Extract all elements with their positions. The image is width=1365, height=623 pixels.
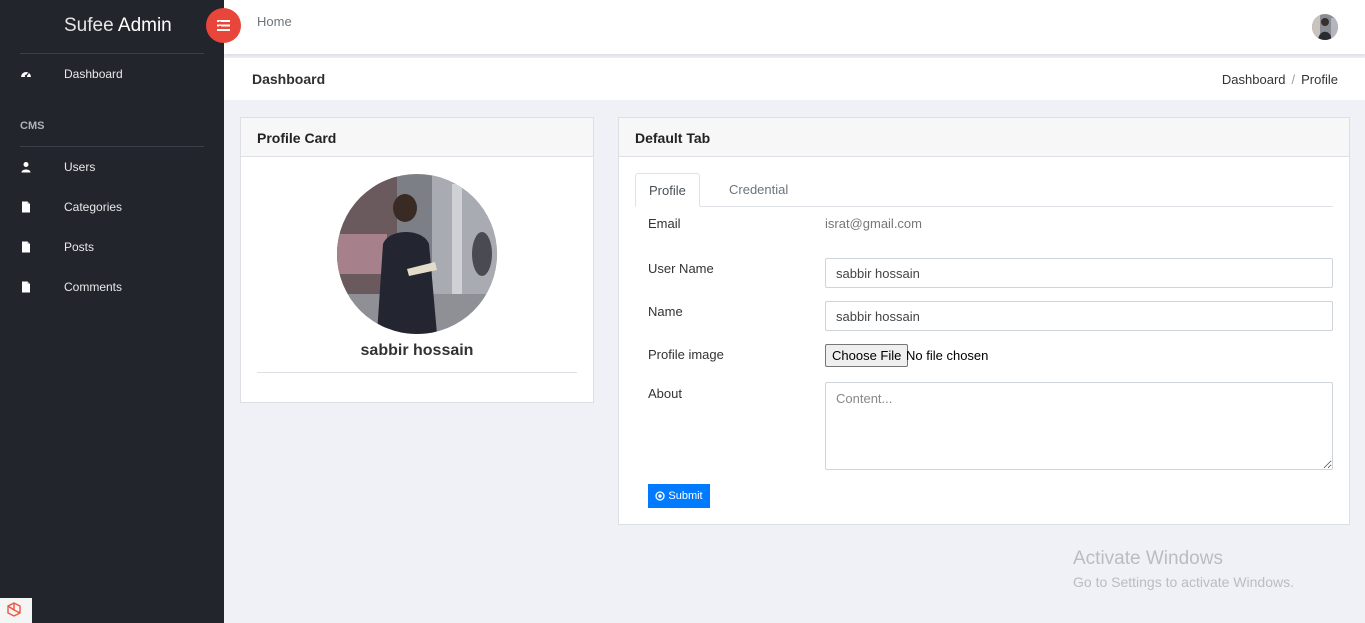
submit-button[interactable]: Submit: [648, 484, 710, 508]
file-icon: [22, 241, 30, 253]
default-tab-card: Default Tab Profile Credential Email isr…: [618, 117, 1350, 525]
about-textarea[interactable]: [825, 382, 1333, 470]
laravel-logo-icon[interactable]: [0, 598, 32, 623]
name-label: Name: [648, 304, 683, 319]
watermark-subtitle: Go to Settings to activate Windows.: [1073, 574, 1294, 590]
sidebar-item-label: Comments: [64, 280, 123, 294]
tab-bar: Profile Credential: [635, 173, 1333, 207]
brand-light: Sufee: [64, 15, 114, 36]
profile-card-title: Profile Card: [241, 118, 593, 157]
sidebar-item-label: Posts: [64, 240, 95, 254]
user-avatar[interactable]: [1312, 14, 1338, 40]
tab-card-title: Default Tab: [619, 118, 1349, 157]
sidebar-section-cms: CMS: [20, 120, 45, 132]
file-icon: [22, 281, 30, 293]
profile-divider: [257, 372, 577, 373]
page-title-bar: Dashboard Dashboard / Profile: [224, 58, 1365, 100]
breadcrumb-dashboard[interactable]: Dashboard: [1222, 72, 1286, 87]
breadcrumb: Dashboard / Profile: [1222, 72, 1338, 87]
sidebar-item-posts[interactable]: Posts: [0, 235, 224, 259]
sidebar-item-categories[interactable]: Categories: [0, 195, 224, 219]
username-input[interactable]: [825, 258, 1333, 288]
menu-toggle-icon: [217, 20, 230, 31]
sidebar-item-label: Dashboard: [64, 67, 123, 81]
activate-windows-watermark: Activate Windows Go to Settings to activ…: [1073, 548, 1294, 590]
user-icon: [21, 162, 31, 173]
sidebar-divider: [20, 146, 204, 147]
profile-image-label: Profile image: [648, 347, 724, 362]
about-label: About: [648, 386, 682, 401]
page-title: Dashboard: [252, 71, 326, 87]
choose-file-button[interactable]: Choose File: [825, 344, 909, 367]
profile-card: Profile Card sabbir hossain: [240, 117, 594, 403]
file-status: No file chosen: [906, 348, 989, 363]
sidebar-item-label: Users: [64, 160, 96, 174]
dashboard-icon: [21, 72, 31, 78]
email-value: israt@gmail.com: [825, 216, 922, 231]
home-link[interactable]: Home: [257, 14, 292, 29]
submit-label: Submit: [668, 490, 703, 502]
profile-photo: [337, 174, 497, 334]
sidebar: Sufee Admin Dashboard CMS Users Categori…: [0, 0, 224, 623]
sidebar-divider: [20, 53, 204, 54]
sidebar-item-label: Categories: [64, 200, 123, 214]
watermark-title: Activate Windows: [1073, 548, 1223, 569]
breadcrumb-profile: Profile: [1301, 72, 1338, 87]
breadcrumb-separator: /: [1291, 72, 1296, 87]
menu-toggle-button[interactable]: [206, 8, 241, 43]
username-label: User Name: [648, 261, 714, 276]
file-icon: [22, 201, 30, 213]
brand-logo[interactable]: Sufee Admin: [64, 15, 172, 37]
tab-profile[interactable]: Profile: [635, 173, 700, 207]
sidebar-item-users[interactable]: Users: [0, 155, 224, 179]
dot-circle-icon: [655, 491, 666, 501]
sidebar-item-dashboard[interactable]: Dashboard: [0, 62, 224, 86]
top-header: [224, 0, 1365, 54]
sidebar-item-comments[interactable]: Comments: [0, 275, 224, 299]
profile-name: sabbir hossain: [360, 342, 474, 359]
name-input[interactable]: [825, 301, 1333, 331]
tab-credential[interactable]: Credential: [716, 173, 801, 207]
brand-bold: Admin: [117, 15, 172, 36]
email-label: Email: [648, 216, 681, 231]
